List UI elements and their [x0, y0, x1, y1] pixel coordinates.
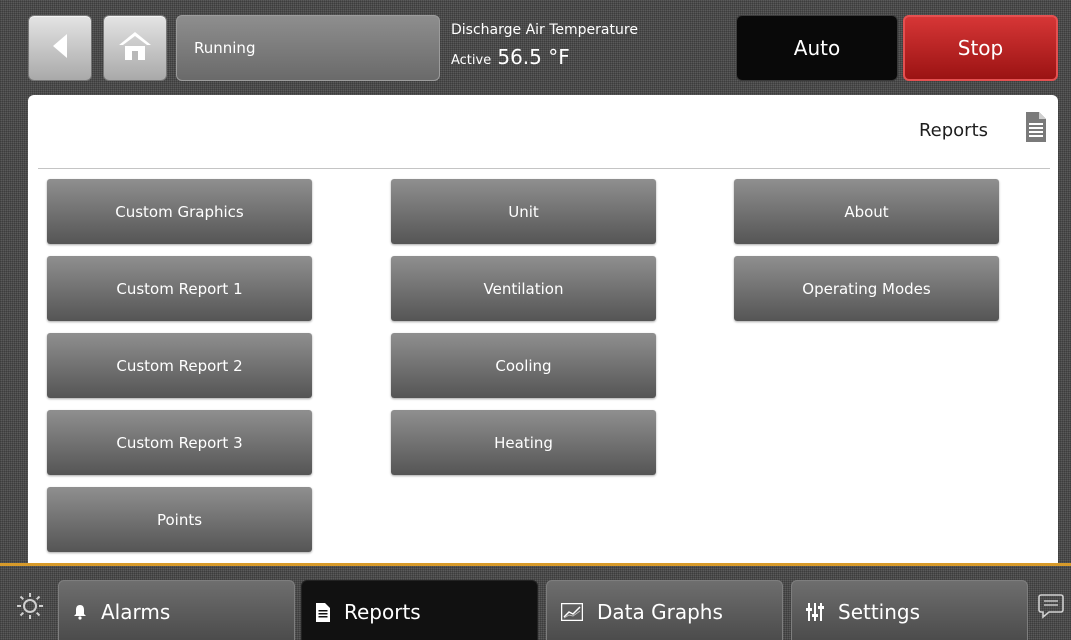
panel-header: Reports [38, 95, 1050, 169]
tab-data-graphs[interactable]: Data Graphs [546, 580, 783, 640]
operating-modes-button[interactable]: Operating Modes [734, 256, 999, 321]
tab-data-graphs-label: Data Graphs [597, 600, 723, 624]
point-name: Discharge Air Temperature [451, 22, 638, 38]
ventilation-label: Ventilation [483, 279, 564, 298]
home-icon [118, 30, 152, 66]
unit-button[interactable]: Unit [391, 179, 656, 244]
home-button[interactable] [103, 15, 167, 81]
document-icon [316, 602, 330, 622]
bottom-tab-bar: Alarms Reports Data Graphs Settings [0, 563, 1071, 640]
ventilation-button[interactable]: Ventilation [391, 256, 656, 321]
custom-report-1-label: Custom Report 1 [116, 279, 243, 298]
heating-label: Heating [494, 433, 553, 452]
sliders-icon [806, 603, 824, 621]
point-state: Active [451, 53, 492, 68]
points-button[interactable]: Points [47, 487, 312, 552]
bell-icon [73, 604, 87, 620]
tab-alarms[interactable]: Alarms [58, 580, 295, 640]
back-button[interactable] [28, 15, 92, 81]
point-value: 56.5 °F [497, 45, 570, 69]
reports-panel: Reports Custom Graphics Custom Report 1 … [28, 95, 1058, 563]
unit-status-display: Running [176, 15, 440, 81]
brightness-icon[interactable] [16, 592, 44, 624]
custom-report-3-label: Custom Report 3 [116, 433, 243, 452]
tab-reports[interactable]: Reports [301, 580, 538, 640]
custom-report-2-button[interactable]: Custom Report 2 [47, 333, 312, 398]
chart-icon [561, 603, 583, 621]
tab-settings[interactable]: Settings [791, 580, 1028, 640]
header-bar: Running Discharge Air Temperature Active… [0, 0, 1071, 93]
chat-icon[interactable] [1038, 593, 1064, 623]
tab-settings-label: Settings [838, 600, 921, 624]
heating-button[interactable]: Heating [391, 410, 656, 475]
points-label: Points [156, 510, 203, 529]
about-label: About [844, 202, 889, 221]
unit-status-text: Running [194, 39, 256, 57]
about-button[interactable]: About [734, 179, 999, 244]
auto-mode-button[interactable]: Auto [736, 15, 898, 81]
tab-alarms-label: Alarms [101, 600, 171, 624]
auto-mode-label: Auto [793, 36, 841, 60]
operating-modes-label: Operating Modes [802, 279, 931, 298]
document-icon [1026, 112, 1046, 146]
page-title: Reports [918, 120, 988, 141]
point-readout: Active 56.5 °F [451, 45, 570, 69]
tab-reports-label: Reports [344, 600, 421, 624]
unit-label: Unit [508, 202, 539, 221]
custom-graphics-button[interactable]: Custom Graphics [47, 179, 312, 244]
stop-button[interactable]: Stop [903, 15, 1058, 81]
custom-report-2-label: Custom Report 2 [116, 356, 243, 375]
arrow-left-icon [51, 33, 69, 63]
stop-label: Stop [957, 36, 1004, 60]
cooling-button[interactable]: Cooling [391, 333, 656, 398]
cooling-label: Cooling [495, 356, 552, 375]
custom-report-1-button[interactable]: Custom Report 1 [47, 256, 312, 321]
custom-graphics-label: Custom Graphics [115, 202, 244, 221]
custom-report-3-button[interactable]: Custom Report 3 [47, 410, 312, 475]
